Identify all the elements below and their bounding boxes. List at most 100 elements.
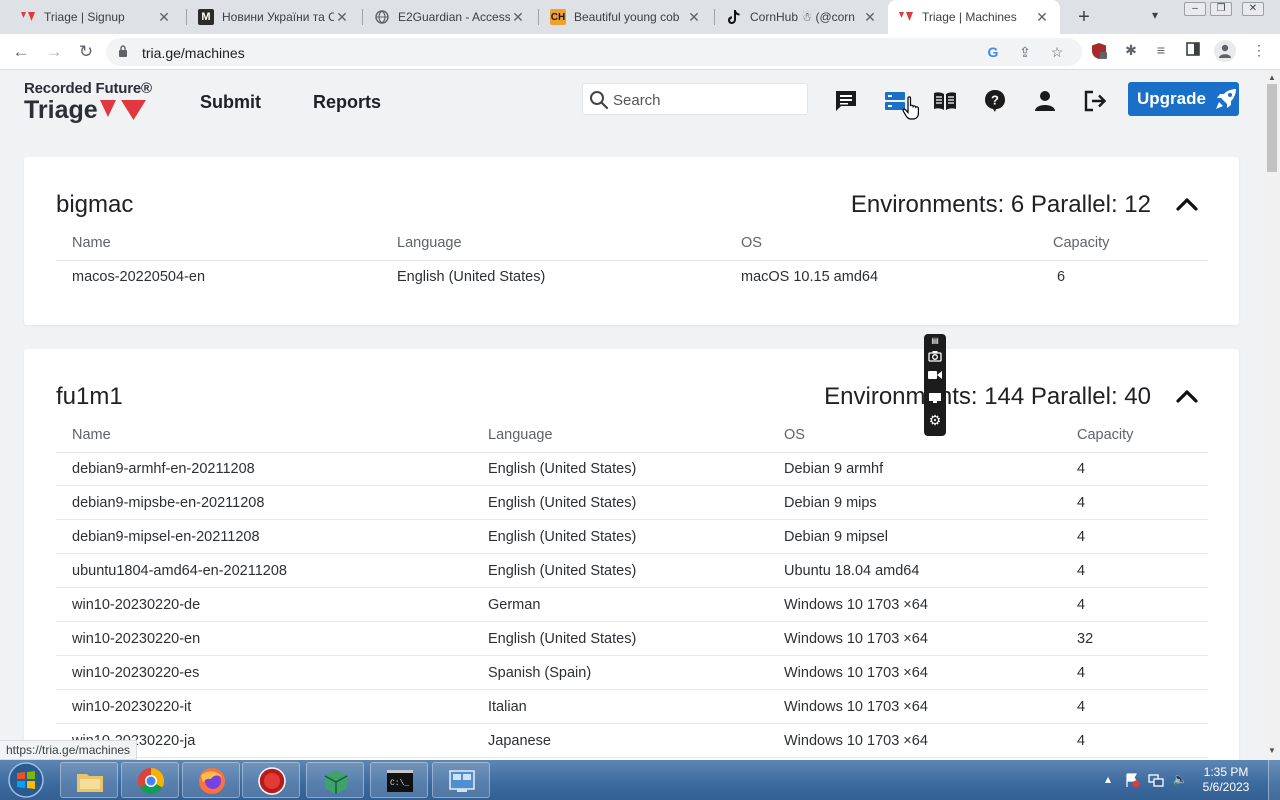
tab-title: Triage | Machines: [922, 10, 1017, 24]
column-header-capacity: Capacity: [1077, 427, 1134, 443]
extensions-icon[interactable]: ✱: [1122, 42, 1140, 60]
ch-icon: CH: [550, 9, 566, 25]
search-box[interactable]: [582, 83, 808, 115]
show-desktop-button[interactable]: [1268, 760, 1280, 800]
group-stats: Environments: 144 Parallel: 40: [824, 383, 1151, 410]
cell-name: macos-20220504-en: [72, 269, 206, 285]
cell-language: English (United States): [488, 563, 637, 579]
taskbar-firefox[interactable]: [182, 762, 240, 798]
logout-icon[interactable]: [1083, 89, 1107, 113]
screen-icon[interactable]: [927, 392, 943, 408]
taskbar-recorder[interactable]: [242, 762, 300, 798]
nav-reports[interactable]: Reports: [313, 92, 381, 113]
close-icon[interactable]: ✕: [862, 9, 878, 26]
cursor-hand-icon: [902, 96, 919, 120]
address-bar[interactable]: tria.ge/machines G ⇪ ☆: [106, 38, 1082, 66]
new-tab-icon[interactable]: +: [1074, 6, 1094, 29]
upgrade-label: Upgrade: [1137, 89, 1206, 108]
restore-icon[interactable]: ❐: [1210, 2, 1232, 16]
close-window-icon[interactable]: ✕: [1242, 2, 1264, 16]
close-icon[interactable]: ✕: [334, 9, 350, 26]
chevron-up-icon[interactable]: [1173, 190, 1201, 218]
news-m-icon: M: [198, 9, 214, 25]
cell-name: win10-20230220-es: [72, 665, 200, 681]
cell-language: German: [488, 597, 541, 613]
taskbar-package[interactable]: [306, 762, 364, 798]
side-panel-icon[interactable]: [1184, 42, 1202, 60]
scroll-down-icon[interactable]: ▼: [1268, 746, 1276, 755]
help-icon[interactable]: ?: [983, 89, 1007, 113]
taskbar-explorer[interactable]: [60, 762, 118, 798]
google-icon[interactable]: G: [984, 44, 1002, 60]
minimize-icon[interactable]: –: [1184, 2, 1206, 16]
cell-language: English (United States): [397, 269, 546, 285]
cell-capacity: 4: [1077, 495, 1086, 511]
taskbar-chrome[interactable]: [121, 762, 179, 798]
browser-tab[interactable]: CornHub ☃ (@corn ✕: [716, 0, 888, 34]
package-icon: [324, 770, 348, 794]
rocket-icon: [1215, 89, 1236, 109]
table-row: win10-20230220-ja Japanese Windows 10 17…: [56, 724, 1208, 758]
forward-icon[interactable]: →: [43, 41, 65, 63]
start-button-icon[interactable]: [4, 761, 48, 799]
cell-name: win10-20230220-de: [72, 597, 201, 613]
column-header-name: Name: [72, 235, 111, 251]
taskbar-cmd[interactable]: C:\_: [370, 762, 428, 798]
taskbar-clock[interactable]: 1:35 PM 5/6/2023: [1196, 765, 1256, 795]
control-panel-icon: [449, 770, 475, 792]
upgrade-button[interactable]: Upgrade: [1128, 82, 1239, 116]
extension-shield-icon[interactable]: [1090, 42, 1108, 60]
taskbar-control-panel[interactable]: [432, 762, 490, 798]
profile-avatar[interactable]: [1214, 40, 1236, 62]
volume-icon[interactable]: 🔈: [1172, 772, 1188, 788]
action-center-flag-icon[interactable]: [1124, 772, 1140, 788]
user-icon[interactable]: [1033, 89, 1057, 113]
cell-name: debian9-mipsbe-en-20211208: [72, 495, 265, 511]
group-name: bigmac: [56, 191, 134, 218]
close-icon[interactable]: ✕: [686, 9, 702, 26]
page-scrollbar[interactable]: ▲ ▼: [1264, 70, 1280, 760]
tab-search-icon[interactable]: ▾: [1152, 8, 1158, 22]
book-icon[interactable]: [933, 89, 957, 113]
cell-language: Italian: [488, 699, 527, 715]
back-icon[interactable]: ←: [10, 41, 32, 63]
close-icon[interactable]: ✕: [156, 9, 172, 26]
cell-os: Ubuntu 18.04 amd64: [784, 563, 920, 579]
network-icon[interactable]: [1148, 772, 1164, 788]
browser-tab[interactable]: E2Guardian - Access ✕: [364, 0, 536, 34]
site-header: Recorded Future® Triage Submit Reports ?…: [0, 70, 1264, 132]
camera-icon[interactable]: [927, 350, 943, 366]
cell-capacity: 4: [1077, 563, 1086, 579]
logo-title[interactable]: Triage: [24, 96, 98, 125]
search-input[interactable]: [613, 90, 793, 110]
scrollbar-thumb[interactable]: [1267, 84, 1277, 172]
cell-language: Spanish (Spain): [488, 665, 592, 681]
media-icon[interactable]: ≡: [1152, 42, 1170, 60]
nav-submit[interactable]: Submit: [200, 92, 261, 113]
chevron-up-icon[interactable]: [1173, 382, 1201, 410]
share-icon[interactable]: ⇪: [1016, 44, 1034, 61]
browser-tab[interactable]: M Новини України та С ✕: [188, 0, 360, 34]
scroll-up-icon[interactable]: ▲: [1268, 73, 1276, 82]
cell-os: Windows 10 1703 ×64: [784, 733, 928, 749]
browser-menu-icon[interactable]: ⋮: [1250, 42, 1268, 60]
close-icon[interactable]: ✕: [1034, 9, 1050, 26]
bookmark-star-icon[interactable]: ☆: [1048, 44, 1066, 61]
reload-icon[interactable]: ↻: [75, 41, 97, 63]
settings-gear-icon[interactable]: ⚙: [927, 412, 943, 428]
column-header-language: Language: [397, 235, 462, 251]
lock-icon: [119, 45, 127, 57]
close-icon[interactable]: ✕: [510, 9, 526, 26]
cell-name: win10-20230220-it: [72, 699, 192, 715]
browser-tab[interactable]: CH Beautiful young cob ✕: [540, 0, 712, 34]
browser-tab[interactable]: Triage | Signup ✕: [10, 0, 182, 34]
browser-tab-active[interactable]: Triage | Machines ✕: [888, 0, 1060, 34]
table-row: macos-20220504-en English (United States…: [56, 260, 1208, 294]
chat-icon[interactable]: [834, 89, 858, 113]
tray-expand-icon[interactable]: ▴: [1100, 772, 1116, 788]
cell-language: English (United States): [488, 529, 637, 545]
cell-language: English (United States): [488, 461, 637, 477]
logo-tagline: Recorded Future®: [24, 80, 152, 97]
table-row: debian9-armhf-en-20211208 English (Unite…: [56, 452, 1208, 486]
video-icon[interactable]: [927, 370, 943, 386]
